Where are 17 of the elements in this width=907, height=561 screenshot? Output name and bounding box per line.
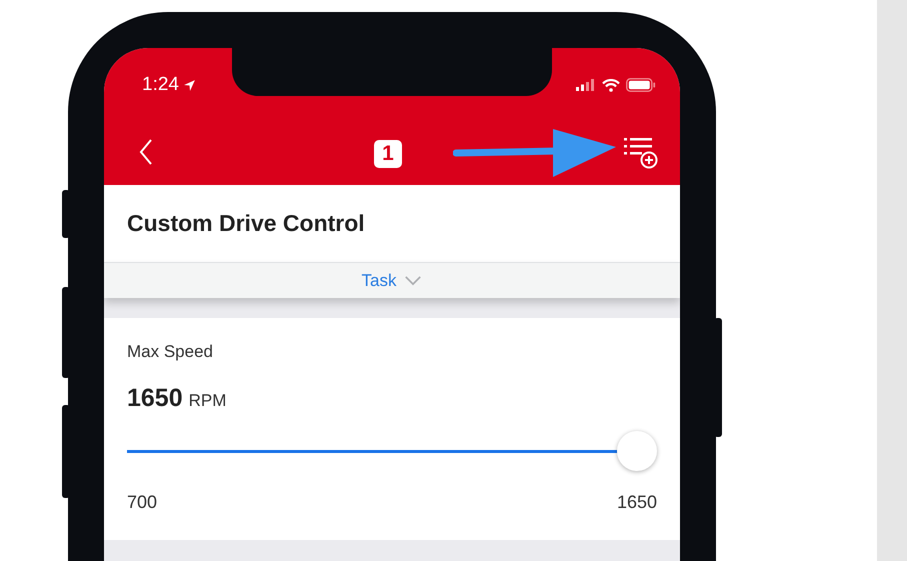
max-label: 1650 [616, 492, 657, 513]
status-time: 1:24 [142, 74, 179, 96]
task-dropdown[interactable]: Task [104, 262, 680, 298]
signal-icon [576, 79, 596, 91]
page-title: Custom Drive Control [127, 210, 365, 237]
setting-label: Max Speed [127, 342, 213, 362]
speed-unit: RPM [188, 391, 226, 411]
min-label: 700 [127, 492, 158, 513]
add-to-list-icon[interactable] [622, 136, 658, 170]
slider-thumb[interactable] [617, 431, 657, 471]
speed-value: 1650 [127, 384, 183, 413]
wifi-icon [602, 78, 620, 92]
location-arrow-icon [182, 78, 196, 92]
back-chevron-icon[interactable] [139, 139, 153, 165]
speed-slider[interactable] [127, 431, 657, 471]
battery-icon [626, 78, 656, 92]
count-badge: 1 [374, 140, 402, 168]
